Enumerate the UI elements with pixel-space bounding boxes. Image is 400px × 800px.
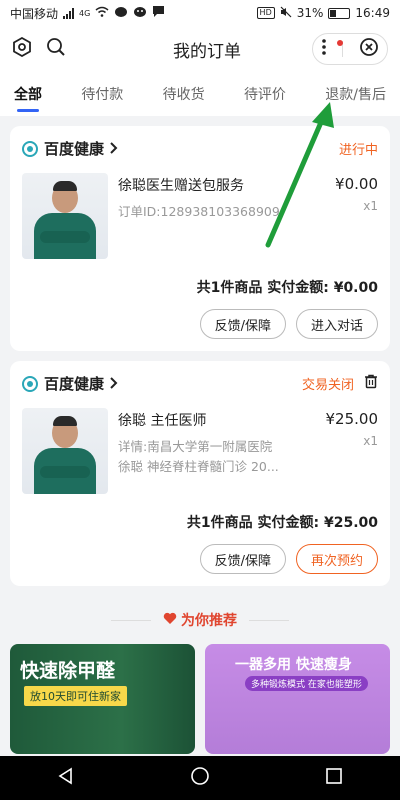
trash-icon[interactable] (364, 374, 378, 393)
app-notification-icon (114, 6, 128, 21)
message-icon (152, 5, 165, 21)
promo-banner[interactable]: 快速除甲醛 放10天即可住新家 (10, 644, 195, 754)
banner-title: 一器多用 快速瘦身 (235, 657, 352, 673)
notification-dot (337, 40, 343, 46)
item-title: 徐聪 主任医师 (118, 413, 207, 429)
battery-percent: 31% (296, 6, 324, 20)
header: 我的订单 (0, 26, 400, 72)
status-bar: 中国移动 4G HD 31% 16:49 (0, 0, 400, 26)
wifi-icon (95, 6, 109, 20)
store-logo-icon (22, 140, 38, 157)
order-status: 交易关闭 (301, 378, 354, 393)
rebook-button[interactable]: 再次预约 (295, 544, 378, 574)
signal-icon (63, 7, 75, 19)
mini-program-capsule (312, 33, 388, 65)
store-name: 百度健康 (44, 140, 105, 158)
item-title: 徐聪医生赠送包服务 (118, 178, 244, 194)
feedback-button[interactable]: 反馈/保障 (199, 309, 286, 339)
order-card[interactable]: 百度健康 交易关闭 徐聪 主任医师 详情:南昌大学第一附属医院 徐聪 神经脊柱脊… (10, 361, 390, 586)
carrier-label: 中国移动 (10, 6, 59, 21)
hd-badge: HD (256, 7, 275, 19)
order-status: 进行中 (338, 143, 378, 158)
enter-chat-button[interactable]: 进入对话 (295, 309, 378, 339)
item-price: ¥0.00 (335, 175, 378, 193)
order-total: ¥0.00 (333, 280, 378, 296)
summary-label: 共1件商品 实付金额: (186, 515, 320, 531)
order-tabs: 全部 待付款 待收货 待评价 退款/售后 (0, 72, 400, 116)
doctor-photo (22, 173, 108, 259)
order-summary: 共1件商品 实付金额: ¥0.00 (22, 277, 378, 297)
feedback-button[interactable]: 反馈/保障 (199, 544, 286, 574)
store-link[interactable]: 百度健康 (22, 138, 118, 159)
recommend-label: 为你推荐 (181, 613, 237, 629)
item-quantity: x1 (363, 199, 378, 213)
recommend-header: 为你推荐 (0, 610, 400, 630)
order-total: ¥25.00 (323, 515, 378, 531)
tab-refund[interactable]: 退款/售后 (325, 76, 386, 112)
chevron-right-icon (110, 140, 118, 158)
more-icon[interactable] (321, 38, 327, 60)
promo-banner[interactable]: 一器多用 快速瘦身 多种锻炼模式 在家也能塑形 (205, 644, 390, 754)
back-icon[interactable] (57, 767, 75, 789)
tab-all[interactable]: 全部 (14, 76, 42, 112)
chevron-right-icon (110, 375, 118, 393)
tab-pending-review[interactable]: 待评价 (244, 76, 286, 112)
clock: 16:49 (355, 6, 390, 20)
settings-icon[interactable] (12, 36, 32, 61)
store-link[interactable]: 百度健康 (22, 373, 118, 394)
order-card[interactable]: 百度健康 进行中 徐聪医生赠送包服务 订单ID:128938103368909 … (10, 126, 390, 351)
app-notification-icon (133, 6, 147, 21)
item-detail-2: 徐聪 神经脊柱脊髓门诊 20... (118, 459, 279, 474)
order-item[interactable]: 徐聪医生赠送包服务 订单ID:128938103368909 ¥0.00 x1 (22, 173, 378, 259)
order-id: 订单ID:128938103368909 (118, 204, 280, 219)
close-icon[interactable] (359, 37, 379, 61)
order-item[interactable]: 徐聪 主任医师 详情:南昌大学第一附属医院 徐聪 神经脊柱脊髓门诊 20... … (22, 408, 378, 494)
store-name: 百度健康 (44, 375, 105, 393)
network-label: 4G (79, 8, 91, 18)
battery-icon (328, 7, 351, 19)
mute-icon (280, 6, 292, 21)
heart-icon (163, 612, 177, 629)
item-quantity: x1 (363, 434, 378, 448)
summary-label: 共1件商品 实付金额: (196, 280, 329, 296)
divider (111, 619, 151, 621)
tab-pending-receipt[interactable]: 待收货 (163, 76, 205, 112)
banner-title: 快速除甲醛 (20, 660, 116, 682)
order-summary: 共1件商品 实付金额: ¥25.00 (22, 512, 378, 532)
doctor-photo (22, 408, 108, 494)
system-nav-bar (0, 756, 400, 800)
home-icon[interactable] (190, 766, 210, 790)
item-detail: 详情:南昌大学第一附属医院 (118, 439, 273, 454)
banner-subtitle: 多种锻炼模式 在家也能塑形 (245, 676, 368, 691)
divider (249, 619, 289, 621)
tab-pending-payment[interactable]: 待付款 (81, 76, 123, 112)
page-title: 我的订单 (173, 41, 241, 62)
item-price: ¥25.00 (325, 410, 379, 428)
search-icon[interactable] (46, 37, 66, 61)
banner-subtitle: 放10天即可住新家 (24, 686, 127, 706)
recents-icon[interactable] (325, 767, 343, 789)
store-logo-icon (22, 375, 38, 392)
